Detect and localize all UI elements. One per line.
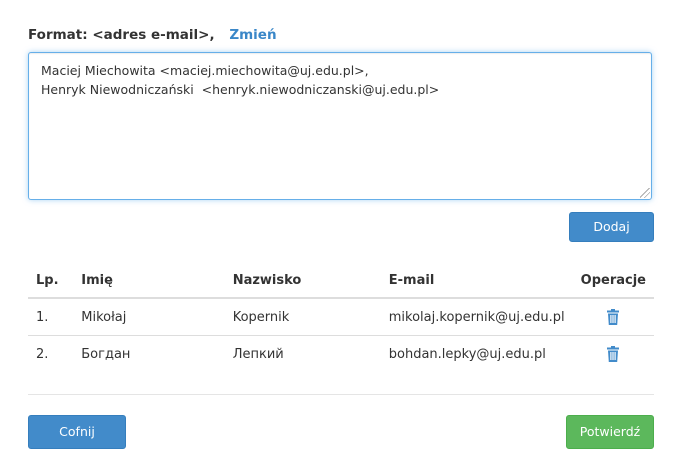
table-header-row: Lp. Imię Nazwisko E-mail Operacje: [28, 263, 654, 299]
row-operations: [573, 336, 654, 373]
row-last-name: Лепкий: [232, 346, 284, 362]
table-row: 2. Богдан Лепкий bohdan.lepky@uj.edu.pl: [28, 336, 654, 373]
header-operations: Operacje: [572, 263, 654, 299]
row-operations: [572, 298, 654, 336]
header-email: E-mail: [380, 263, 573, 299]
format-label: Format: <adres e-mail>,: [28, 27, 215, 43]
row-last-name: Kopernik: [224, 298, 381, 336]
row-lp: 2.: [36, 346, 49, 362]
trash-icon[interactable]: [606, 346, 620, 362]
back-button[interactable]: Cofnij: [28, 415, 126, 449]
add-button[interactable]: Dodaj: [569, 212, 654, 242]
change-format-link[interactable]: Zmień: [229, 27, 276, 43]
row-first-name: Богдан: [81, 346, 131, 362]
row-email: bohdan.lepky@uj.edu.pl: [388, 346, 546, 362]
header-last-name: Nazwisko: [224, 263, 381, 299]
table-row: 1. Mikołaj Kopernik mikolaj.kopernik@uj.…: [28, 298, 654, 336]
row-email: mikolaj.kopernik@uj.edu.pl: [380, 298, 573, 336]
row-first-name: Mikołaj: [73, 298, 225, 336]
emails-textarea[interactable]: Maciej Miechowita <maciej.miechowita@uj.…: [28, 52, 652, 200]
users-table: Lp. Imię Nazwisko E-mail Operacje 1. Mik…: [28, 263, 654, 372]
divider: [28, 394, 654, 395]
row-lp: 1.: [28, 298, 74, 336]
format-hint: Format: <adres e-mail>, Zmień: [28, 27, 277, 43]
confirm-button[interactable]: Potwierdź: [566, 415, 654, 449]
header-first-name: Imię: [73, 263, 225, 299]
trash-icon[interactable]: [606, 309, 620, 325]
header-lp: Lp.: [28, 263, 74, 299]
